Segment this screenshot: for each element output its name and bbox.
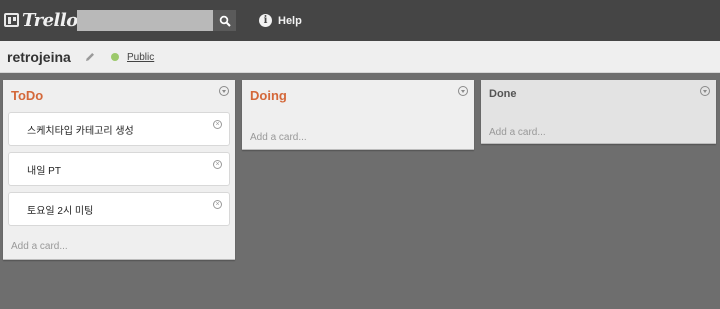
board-title[interactable]: retrojeina <box>7 49 71 65</box>
info-icon: i <box>259 14 272 27</box>
search-icon <box>219 15 231 27</box>
list-menu-icon[interactable] <box>700 86 710 96</box>
close-icon[interactable]: × <box>213 200 222 209</box>
add-card-link[interactable]: Add a card... <box>489 127 546 138</box>
add-card-link[interactable]: Add a card... <box>250 132 307 143</box>
card-label: 스케치타입 카테고리 생성 <box>27 126 134 137</box>
list-menu-icon[interactable] <box>458 86 468 96</box>
help-label: Help <box>278 14 302 27</box>
logo-text: Trello <box>22 9 78 31</box>
add-card-link[interactable]: Add a card... <box>11 241 68 252</box>
card-label: 토요일 2시 미팅 <box>27 206 94 217</box>
board-icon <box>4 13 19 27</box>
list-done: Done Add a card... <box>481 80 716 144</box>
close-icon[interactable]: × <box>213 160 222 169</box>
close-icon[interactable]: × <box>213 120 222 129</box>
top-bar: Trello i Help <box>0 0 720 41</box>
card[interactable]: 스케치타입 카테고리 생성 × <box>8 112 230 146</box>
visibility-dot <box>111 53 119 61</box>
list-doing: Doing Add a card... <box>242 80 474 150</box>
card[interactable]: 내일 PT × <box>8 152 230 186</box>
help-link[interactable]: i Help <box>259 12 302 29</box>
search-button[interactable] <box>213 10 236 31</box>
search-input[interactable] <box>77 10 213 31</box>
pencil-icon[interactable] <box>84 51 96 63</box>
list-title[interactable]: ToDo <box>11 88 43 103</box>
board-header: retrojeina Public <box>0 41 720 73</box>
card[interactable]: 토요일 2시 미팅 × <box>8 192 230 226</box>
list-title[interactable]: Done <box>489 88 517 100</box>
card-label: 내일 PT <box>27 166 61 177</box>
list-menu-icon[interactable] <box>219 86 229 96</box>
visibility-link[interactable]: Public <box>127 52 154 63</box>
list-title[interactable]: Doing <box>250 88 287 103</box>
list-todo: ToDo 스케치타입 카테고리 생성 × 내일 PT × 토요일 2시 미팅 ×… <box>3 80 235 260</box>
trello-logo[interactable]: Trello <box>4 9 78 31</box>
